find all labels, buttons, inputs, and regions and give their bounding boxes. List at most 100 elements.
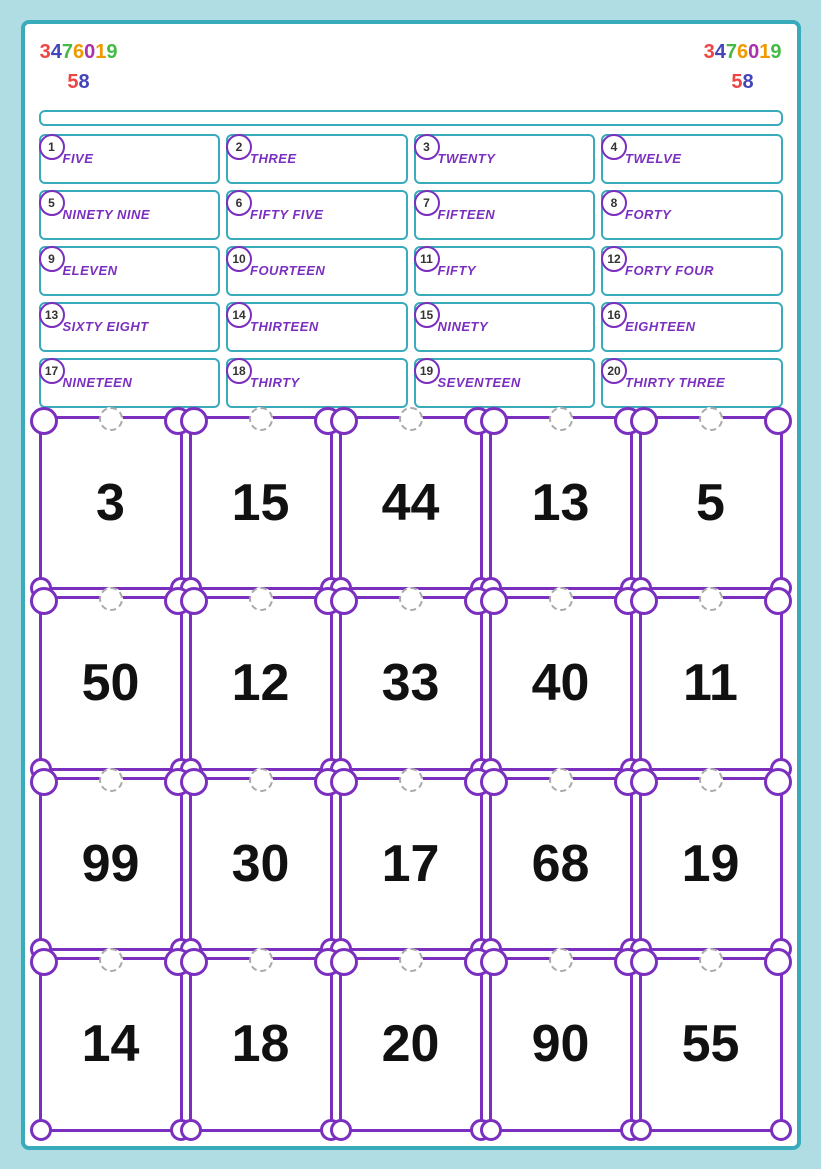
number-card: 55 [639,957,783,1132]
number-card: 90 [489,957,633,1132]
word-cell: 7FIFTEEN [414,190,596,240]
answer-circle[interactable] [549,948,573,972]
cell-word: FIFTY [438,263,477,278]
cell-word: FIFTEEN [438,207,496,222]
cell-word: THIRTY [250,375,300,390]
answer-circle[interactable] [399,407,423,431]
number-card: 13 [489,416,633,591]
cell-number: 3 [414,134,440,160]
word-cell: 18THIRTY [226,358,408,408]
corner-circle-bl [480,1119,502,1141]
word-cell: 8FORTY [601,190,783,240]
number-value: 18 [232,1014,290,1074]
answer-circle[interactable] [399,587,423,611]
number-card: 17 [339,777,483,952]
word-cell: 1FIVE [39,134,221,184]
cell-number: 11 [414,246,440,272]
number-value: 3 [96,473,125,533]
answer-circle[interactable] [99,407,123,431]
corner-circle-bl [330,1119,352,1141]
number-value: 33 [382,653,440,713]
cell-number: 2 [226,134,252,160]
number-card: 15 [189,416,333,591]
cell-word: SEVENTEEN [438,375,521,390]
number-card: 19 [639,777,783,952]
answer-circle[interactable] [249,407,273,431]
cell-number: 17 [39,358,65,384]
answer-circle[interactable] [249,587,273,611]
number-value: 20 [382,1014,440,1074]
number-value: 15 [232,473,290,533]
answer-circle[interactable] [399,768,423,792]
word-cell: 15NINETY [414,302,596,352]
answer-circle[interactable] [99,587,123,611]
cell-number: 18 [226,358,252,384]
word-cell: 20THIRTY THREE [601,358,783,408]
number-grid: 31544135501233401199301768191418209055 [39,416,783,1132]
word-cell: 4TWELVE [601,134,783,184]
corner-circle-bl [30,1119,52,1141]
answer-circle[interactable] [399,948,423,972]
number-value: 99 [82,834,140,894]
cell-number: 9 [39,246,65,272]
answer-circle[interactable] [699,407,723,431]
word-cell: 9ELEVEN [39,246,221,296]
cell-number: 8 [601,190,627,216]
number-card: 18 [189,957,333,1132]
answer-circle[interactable] [249,768,273,792]
cell-word: THREE [250,151,297,166]
number-value: 14 [82,1014,140,1074]
word-cell: 14THIRTEEN [226,302,408,352]
corner-circle-br [770,1119,792,1141]
answer-circle[interactable] [99,768,123,792]
logo-right: 34760 1958 [703,38,783,98]
cell-word: EIGHTEEN [625,319,695,334]
answer-circle[interactable] [549,768,573,792]
cell-word: NINETY NINE [63,207,151,222]
number-value: 68 [532,834,590,894]
cell-number: 19 [414,358,440,384]
answer-circle[interactable] [249,948,273,972]
cell-number: 20 [601,358,627,384]
cell-word: FORTY [625,207,671,222]
number-value: 17 [382,834,440,894]
word-cell: 17NINETEEN [39,358,221,408]
word-cell: 6FIFTY FIVE [226,190,408,240]
answer-circle[interactable] [699,768,723,792]
cell-word: TWELVE [625,151,681,166]
answer-circle[interactable] [99,948,123,972]
number-card: 33 [339,596,483,771]
cell-word: THIRTY THREE [625,375,725,390]
number-value: 90 [532,1014,590,1074]
number-card: 20 [339,957,483,1132]
logo-left: 34760 1958 [39,38,119,98]
cell-number: 6 [226,190,252,216]
cell-number: 14 [226,302,252,328]
cell-word: FIFTY FIVE [250,207,323,222]
number-value: 55 [682,1014,740,1074]
number-value: 40 [532,653,590,713]
number-card: 30 [189,777,333,952]
number-card: 99 [39,777,183,952]
cell-number: 4 [601,134,627,160]
word-cell: 10FOURTEEN [226,246,408,296]
number-card: 50 [39,596,183,771]
cell-word: TWENTY [438,151,496,166]
corner-circle-bl [630,1119,652,1141]
number-card: 3 [39,416,183,591]
answer-circle[interactable] [699,587,723,611]
word-grid: 1FIVE2THREE3TWENTY4TWELVE5NINETY NINE6FI… [39,134,783,408]
word-cell: 16EIGHTEEN [601,302,783,352]
number-value: 5 [696,473,725,533]
number-card: 11 [639,596,783,771]
answer-circle[interactable] [699,948,723,972]
cell-number: 10 [226,246,252,272]
cell-word: ELEVEN [63,263,118,278]
number-card: 44 [339,416,483,591]
word-cell: 12FORTY FOUR [601,246,783,296]
cell-word: FIVE [63,151,94,166]
answer-circle[interactable] [549,407,573,431]
word-cell: 5NINETY NINE [39,190,221,240]
worksheet-page: 34760 1958 34760 1958 1FIVE2THREE3TWENTY… [21,20,801,1150]
answer-circle[interactable] [549,587,573,611]
